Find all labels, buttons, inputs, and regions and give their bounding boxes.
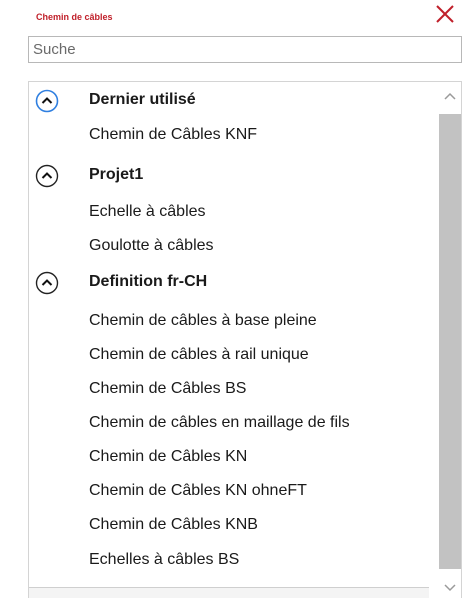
list-scrollbar[interactable] xyxy=(431,82,461,598)
group-label: Definition fr-CH xyxy=(89,273,208,290)
list-item[interactable]: Goulotte à câbles xyxy=(29,232,429,262)
group-header-recent[interactable]: Dernier utilisé xyxy=(29,86,429,116)
search-input[interactable] xyxy=(29,37,461,62)
collapse-icon[interactable] xyxy=(35,89,59,113)
list-item[interactable]: Chemin de câbles à base pleine xyxy=(29,307,429,337)
list-item-label: Chemin de Câbles KNF xyxy=(89,126,258,143)
list-item-label: Echelles à câbles BS xyxy=(89,551,240,568)
list-item-label: Chemin de câbles à base pleine xyxy=(89,312,317,329)
list-item[interactable]: Chemin de câbles à rail unique xyxy=(29,341,429,371)
list-item-label: Chemin de Câbles KN xyxy=(89,448,248,465)
list-item-label: Chemin de câbles en maillage de fils xyxy=(89,414,350,431)
panel-title: Chemin de câbles xyxy=(36,12,113,22)
list-item[interactable]: Chemin de câbles en maillage de fils xyxy=(29,409,429,439)
panel-header: Chemin de câbles xyxy=(28,0,465,34)
close-icon[interactable] xyxy=(433,2,457,26)
collapse-icon[interactable] xyxy=(35,271,59,295)
list-item[interactable]: Chemin de Câbles KN xyxy=(29,443,429,473)
list-item-label: Chemin de Câbles BS xyxy=(89,380,247,397)
list-item-label: Chemin de Câbles KNB xyxy=(89,516,258,533)
collapse-icon[interactable] xyxy=(35,164,59,188)
group-header-project[interactable]: Projet1 xyxy=(29,161,429,191)
list-item-label: Echelle à câbles xyxy=(89,203,206,220)
list-item[interactable]: Echelles à câbles BS xyxy=(29,546,429,576)
list-item[interactable]: Chemin de Câbles BS xyxy=(29,375,429,405)
cable-tray-panel: Chemin de câbles Dernier utilisé Chemin … xyxy=(0,0,465,598)
scroll-up-icon[interactable] xyxy=(439,86,461,108)
scroll-down-icon[interactable] xyxy=(439,576,461,598)
search-field[interactable] xyxy=(28,36,462,63)
list-item[interactable]: Chemin de Câbles KN ohneFT xyxy=(29,477,429,507)
list-item-partial[interactable] xyxy=(29,587,429,598)
group-header-definition[interactable]: Definition fr-CH xyxy=(29,268,429,298)
list-item[interactable]: Echelle à câbles xyxy=(29,198,429,228)
list-item[interactable]: Chemin de Câbles KNB xyxy=(29,511,429,541)
group-label: Projet1 xyxy=(89,166,144,183)
group-label: Dernier utilisé xyxy=(89,91,196,108)
list-item[interactable]: Chemin de Câbles KNF xyxy=(29,121,429,151)
type-list: Dernier utilisé Chemin de Câbles KNF Pro… xyxy=(28,81,462,598)
list-item-label: Goulotte à câbles xyxy=(89,237,214,254)
list-item-label: Chemin de câbles à rail unique xyxy=(89,346,309,363)
scroll-thumb[interactable] xyxy=(439,114,461,569)
list-item-label: Chemin de Câbles KN ohneFT xyxy=(89,482,307,499)
